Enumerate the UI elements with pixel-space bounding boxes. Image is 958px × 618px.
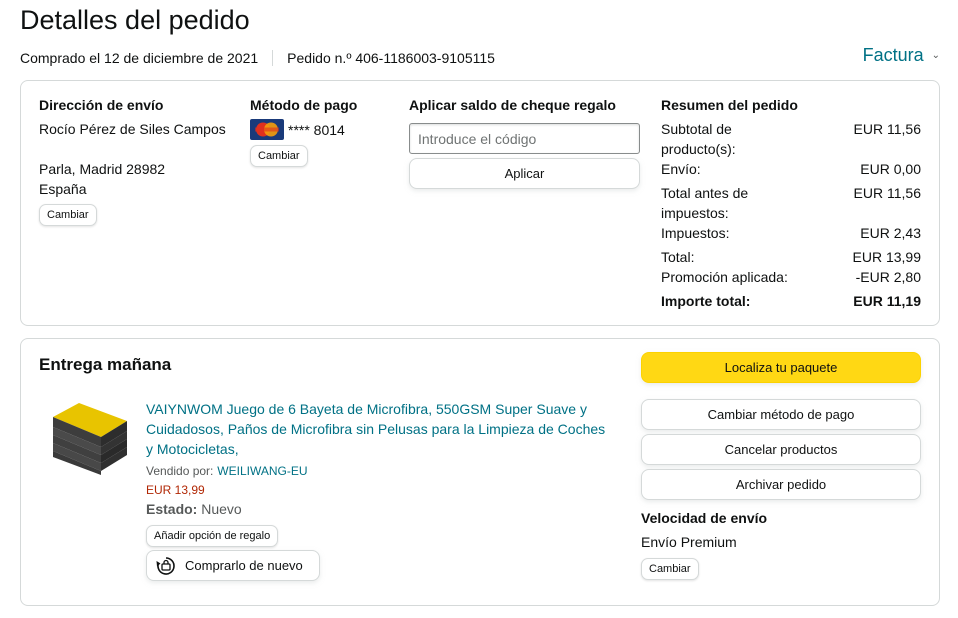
seller-link[interactable]: WEILIWANG-EU	[217, 464, 307, 478]
pretax-value: EUR 11,56	[853, 185, 921, 201]
subtotal-value: EUR 11,56	[853, 121, 921, 137]
purchase-date: Comprado el 12 de diciembre de 2021	[20, 50, 259, 66]
delivery-card: Entrega mañana VAIYNWOM Juego de 6 Bayet…	[20, 338, 940, 606]
subtotal-label-1: Subtotal de	[661, 121, 732, 137]
summary-pretax-row: Total antes de impuestos: EUR 11,56	[661, 183, 921, 223]
change-address-button[interactable]: Cambiar	[39, 204, 97, 226]
order-info-card: Dirección de envío Rocío Pérez de Siles …	[20, 80, 940, 326]
shipping-country: España	[39, 181, 87, 197]
product-image[interactable]	[49, 399, 129, 477]
condition-label: Estado:	[146, 501, 198, 517]
summary-promo-row: Promoción aplicada: -EUR 2,80	[661, 267, 921, 287]
total-label: Total:	[661, 249, 695, 265]
gift-code-input[interactable]	[409, 123, 640, 154]
shipping-speed-title: Velocidad de envío	[641, 510, 768, 526]
summary-total-row: Total: EUR 13,99	[661, 247, 921, 267]
promo-label: Promoción aplicada:	[661, 269, 788, 285]
sold-by-line: Vendido por: WEILIWANG-EU	[146, 462, 308, 478]
chevron-down-icon: ⌄	[931, 50, 940, 61]
sold-by-label: Vendido por:	[146, 464, 214, 478]
invoice-label: Factura	[862, 45, 924, 65]
buy-again-label: Comprarlo de nuevo	[185, 558, 303, 573]
change-shipping-speed-button[interactable]: Cambiar	[641, 558, 699, 580]
subtotal-label-2: producto(s):	[661, 141, 736, 157]
shipping-speed-value: Envío Premium	[641, 534, 737, 550]
apply-gift-button[interactable]: Aplicar	[409, 158, 640, 189]
summary-shipping-row: Envío: EUR 0,00	[661, 159, 921, 179]
pretax-label-1: Total antes de	[661, 185, 749, 201]
summary-title: Resumen del pedido	[661, 97, 798, 113]
shipping-cost-value: EUR 0,00	[860, 161, 921, 177]
tax-value: EUR 2,43	[860, 225, 921, 241]
buy-again-button[interactable]: Comprarlo de nuevo	[146, 550, 320, 581]
order-number: Pedido n.º 406-1186003-9105115	[287, 50, 495, 66]
promo-value: -EUR 2,80	[855, 269, 921, 285]
change-payment-method-button[interactable]: Cambiar método de pago	[641, 399, 921, 430]
total-value: EUR 13,99	[852, 249, 921, 265]
shipping-city: Parla, Madrid 28982	[39, 161, 166, 177]
shipping-title: Dirección de envío	[39, 97, 164, 113]
gift-title: Aplicar saldo de cheque regalo	[409, 97, 616, 113]
track-package-button[interactable]: Localiza tu paquete	[641, 352, 921, 383]
divider	[272, 50, 274, 66]
shipping-cost-label: Envío:	[661, 161, 701, 177]
add-gift-option-button[interactable]: Añadir opción de regalo	[146, 525, 279, 547]
pretax-label-2: impuestos:	[661, 205, 729, 221]
payment-title: Método de pago	[250, 97, 358, 113]
order-meta: Comprado el 12 de diciembre de 2021 Pedi…	[20, 50, 495, 66]
buy-again-icon	[156, 556, 175, 575]
mastercard-icon	[250, 119, 284, 140]
cancel-items-button[interactable]: Cancelar productos	[641, 434, 921, 465]
summary-grand-row: Importe total: EUR 11,19	[661, 291, 921, 311]
grand-total-label: Importe total:	[661, 293, 751, 309]
archive-order-button[interactable]: Archivar pedido	[641, 469, 921, 500]
invoice-dropdown[interactable]: Factura ⌄	[863, 45, 940, 66]
summary-subtotal-row: Subtotal de producto(s): EUR 11,56	[661, 119, 921, 159]
product-price: EUR 13,99	[146, 483, 205, 497]
change-payment-button[interactable]: Cambiar	[250, 145, 308, 167]
tax-label: Impuestos:	[661, 225, 730, 241]
condition-value: Nuevo	[201, 501, 242, 517]
page-title: Detalles del pedido	[20, 5, 250, 35]
shipping-name: Rocío Pérez de Siles Campos	[39, 121, 226, 137]
condition-line: Estado: Nuevo	[146, 499, 242, 519]
payment-card: **** 8014	[250, 119, 345, 140]
product-title-link[interactable]: VAIYNWOM Juego de 6 Bayeta de Microfibra…	[146, 399, 616, 459]
grand-total-value: EUR 11,19	[853, 293, 921, 309]
card-number: **** 8014	[288, 121, 345, 138]
delivery-title: Entrega mañana	[39, 355, 172, 374]
summary-tax-row: Impuestos: EUR 2,43	[661, 223, 921, 243]
